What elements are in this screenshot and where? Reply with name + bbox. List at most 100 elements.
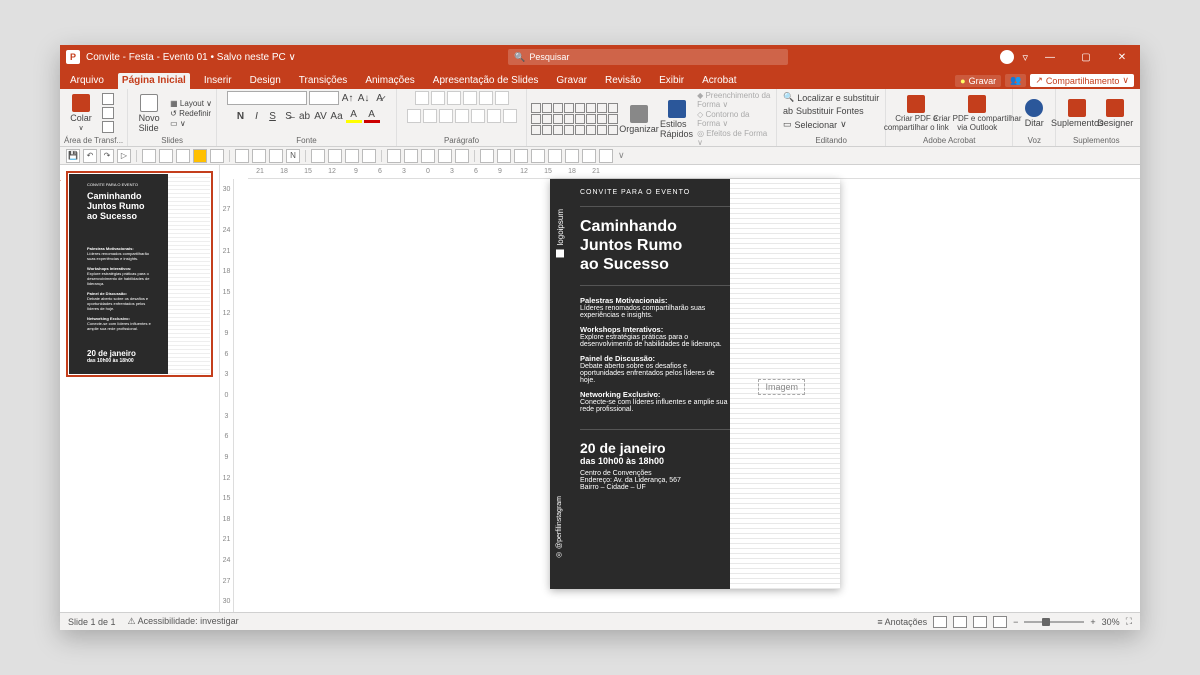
align-text-button[interactable] (487, 109, 501, 123)
tab-transicoes[interactable]: Transições (295, 73, 352, 89)
select-button[interactable]: ▭ Selecionar ∨ (781, 118, 849, 131)
font-family-combo[interactable] (227, 91, 307, 105)
tab-design[interactable]: Design (246, 73, 285, 89)
tab-animacoes[interactable]: Animações (361, 73, 418, 89)
strike-button[interactable]: S̶ (282, 109, 296, 123)
qat-btn[interactable] (235, 149, 249, 163)
bold-button[interactable]: N (234, 109, 248, 123)
decrease-font-button[interactable]: A↓ (357, 91, 371, 105)
qat-btn[interactable] (176, 149, 190, 163)
font-size-combo[interactable] (309, 91, 339, 105)
section-button[interactable]: ▭ ∨ (170, 119, 212, 128)
minimize-button[interactable]: — (1036, 45, 1064, 69)
qat-undo-icon[interactable]: ↶ (83, 149, 97, 163)
share-button[interactable]: ↗ Compartilhamento ∨ (1030, 74, 1134, 87)
notes-button[interactable]: ≡ Anotações (877, 617, 927, 627)
qat-btn[interactable] (311, 149, 325, 163)
cut-button[interactable] (102, 93, 114, 105)
tab-gravar[interactable]: Gravar (552, 73, 591, 89)
teams-button[interactable]: 👥 (1005, 74, 1026, 87)
slide-canvas[interactable]: 21181512963036912151821 3027242118151296… (220, 165, 1140, 612)
find-replace-button[interactable]: 🔍 Localizar e substituir (781, 91, 881, 104)
format-painter-button[interactable] (102, 121, 114, 133)
search-box[interactable]: 🔍 Pesquisar (508, 49, 788, 65)
shape-outline-button[interactable]: ◇ Contorno da Forma ∨ (697, 110, 772, 128)
slide-1[interactable]: Imagem logoipsum ◎ @perfilinstagram CONV… (550, 179, 840, 589)
zoom-in-button[interactable]: + (1090, 617, 1095, 627)
qat-btn[interactable] (438, 149, 452, 163)
columns-button[interactable] (471, 109, 485, 123)
tab-acrobat[interactable]: Acrobat (698, 73, 740, 89)
dictate-button[interactable]: Ditar (1017, 93, 1051, 133)
view-normal-icon[interactable] (933, 616, 947, 628)
new-slide-button[interactable]: Novo Slide (132, 93, 166, 133)
qat-btn[interactable] (548, 149, 562, 163)
qat-btn[interactable] (565, 149, 579, 163)
qat-start-icon[interactable]: ▷ (117, 149, 131, 163)
record-button[interactable]: ●Gravar (955, 75, 1001, 87)
highlight-button[interactable]: A (346, 109, 362, 123)
qat-save-icon[interactable]: 💾 (66, 149, 80, 163)
quick-styles-button[interactable]: Estilos Rápidos (660, 99, 693, 139)
italic-button[interactable]: I (250, 109, 264, 123)
qat-btn[interactable] (210, 149, 224, 163)
qat-btn[interactable] (345, 149, 359, 163)
increase-indent-button[interactable] (463, 91, 477, 105)
slide-thumbnails-panel[interactable]: CONVITE PARA O EVENTO CaminhandoJuntos R… (60, 165, 220, 612)
reset-button[interactable]: ↺ Redefinir (170, 109, 212, 118)
tab-pagina-inicial[interactable]: Página Inicial (118, 73, 190, 89)
qat-btn[interactable] (404, 149, 418, 163)
qat-btn[interactable] (599, 149, 613, 163)
designer-button[interactable]: Designer (1098, 93, 1132, 133)
qat-redo-icon[interactable]: ↷ (100, 149, 114, 163)
qat-btn[interactable] (421, 149, 435, 163)
layout-button[interactable]: ▦ Layout ∨ (170, 99, 212, 108)
qat-btn[interactable] (142, 149, 156, 163)
bullets-button[interactable] (415, 91, 429, 105)
shape-effects-button[interactable]: ◎ Efeitos de Forma ∨ (697, 129, 772, 147)
align-left-button[interactable] (407, 109, 421, 123)
shadow-button[interactable]: ab (298, 109, 312, 123)
tab-inserir[interactable]: Inserir (200, 73, 236, 89)
create-pdf-outlook-button[interactable]: Criar PDF e compartilhar via Outlook (946, 93, 1008, 133)
qat-btn[interactable] (159, 149, 173, 163)
qat-btn[interactable] (362, 149, 376, 163)
image-placeholder[interactable]: Imagem (758, 379, 805, 395)
addins-button[interactable]: Suplementos (1060, 93, 1094, 133)
align-right-button[interactable] (439, 109, 453, 123)
replace-fonts-button[interactable]: ab Substituir Fontes (781, 105, 866, 117)
shapes-gallery[interactable] (531, 103, 618, 135)
tab-exibir[interactable]: Exibir (655, 73, 688, 89)
qat-btn[interactable] (328, 149, 342, 163)
qat-btn[interactable] (387, 149, 401, 163)
view-slideshow-icon[interactable] (993, 616, 1007, 628)
shape-fill-button[interactable]: ◆ Preenchimento da Forma ∨ (697, 91, 772, 109)
spacing-button[interactable]: AV (314, 109, 328, 123)
qat-btn[interactable] (531, 149, 545, 163)
arrange-button[interactable]: Organizar (622, 99, 656, 139)
qat-color-icon[interactable] (193, 149, 207, 163)
qat-btn[interactable] (514, 149, 528, 163)
qat-btn[interactable] (480, 149, 494, 163)
view-reading-icon[interactable] (973, 616, 987, 628)
close-button[interactable]: ✕ (1108, 45, 1136, 69)
fit-window-button[interactable]: ⛶ (1126, 616, 1132, 627)
qat-btn[interactable] (455, 149, 469, 163)
qat-btn[interactable] (497, 149, 511, 163)
user-avatar[interactable] (1000, 50, 1014, 64)
align-center-button[interactable] (423, 109, 437, 123)
view-sorter-icon[interactable] (953, 616, 967, 628)
ribbon-display-icon[interactable]: ▿ (1022, 51, 1028, 64)
slide-thumbnail-1[interactable]: CONVITE PARA O EVENTO CaminhandoJuntos R… (66, 171, 213, 377)
qat-btn[interactable]: N (286, 149, 300, 163)
tab-revisao[interactable]: Revisão (601, 73, 645, 89)
qat-btn[interactable] (252, 149, 266, 163)
copy-button[interactable] (102, 107, 114, 119)
clear-format-button[interactable]: A̷ (373, 91, 387, 105)
qat-overflow-icon[interactable]: ∨ (618, 150, 625, 161)
case-button[interactable]: Aa (330, 109, 344, 123)
qat-btn[interactable] (269, 149, 283, 163)
document-title[interactable]: Convite - Festa - Evento 01 • Salvo nest… (86, 52, 296, 63)
font-color-button[interactable]: A (364, 109, 380, 123)
tab-apresentacao[interactable]: Apresentação de Slides (429, 73, 543, 89)
